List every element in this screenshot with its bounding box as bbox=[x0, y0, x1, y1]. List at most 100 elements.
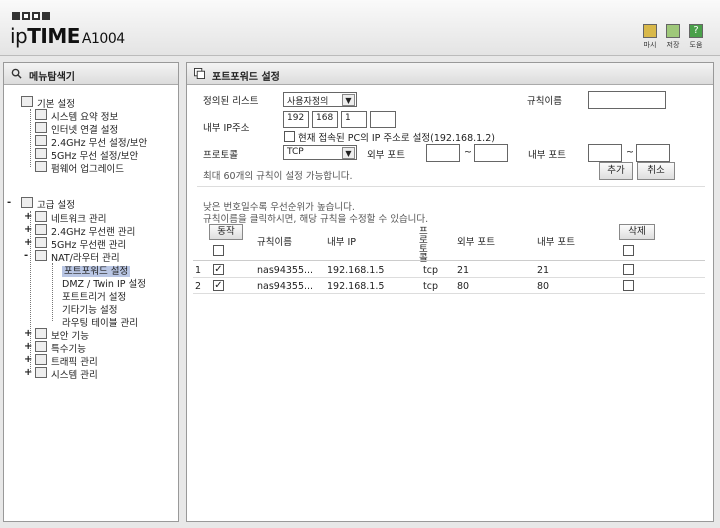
wireless-icon bbox=[35, 237, 47, 248]
col-header-internal-ip: 내부 IP bbox=[327, 237, 357, 248]
predefined-list-select[interactable]: 사용자정의 ▼ bbox=[283, 92, 357, 107]
tree-item-wireless-5[interactable]: 5GHz 무선 설정/보안 bbox=[35, 148, 138, 162]
col-header-internal-port: 내부 포트 bbox=[537, 237, 575, 248]
internal-port-start[interactable] bbox=[588, 144, 622, 162]
port-forward-panel: 포트포워드 설정 정의된 리스트 사용자정의 ▼ 규칙이름 내부 IP주소 19… bbox=[186, 62, 714, 522]
folder-icon bbox=[21, 96, 33, 107]
protocol-select[interactable]: TCP ▼ bbox=[283, 145, 357, 160]
window-icon bbox=[194, 68, 205, 79]
external-port-start[interactable] bbox=[426, 144, 460, 162]
wireless-icon bbox=[35, 148, 47, 159]
tree-item-port-forward[interactable]: 포트포워드 설정 bbox=[62, 263, 131, 277]
row-ip: 192.168.1.5 bbox=[327, 265, 385, 276]
ip-octet-2[interactable]: 168 bbox=[312, 111, 338, 128]
tree-item-wlan-24[interactable]: +2.4GHz 무선랜 관리 bbox=[24, 224, 135, 238]
internal-port-end[interactable] bbox=[636, 144, 670, 162]
expand-toggle[interactable]: + bbox=[24, 354, 32, 365]
range-separator: ~ bbox=[464, 147, 472, 158]
rule-name-input[interactable] bbox=[588, 91, 666, 109]
tree-item-system[interactable]: + 시스템 관리 bbox=[24, 367, 98, 381]
save-button[interactable]: 저장 bbox=[663, 24, 683, 50]
save-icon bbox=[666, 24, 680, 38]
expand-toggle[interactable]: + bbox=[24, 328, 32, 339]
router-icon bbox=[35, 250, 47, 261]
row-ip: 192.168.1.5 bbox=[327, 281, 385, 292]
use-current-ip-label: 현재 접속된 PC의 IP 주소로 설정(192.168.1.2) bbox=[298, 133, 495, 144]
tree-item-traffic[interactable]: + 트래픽 관리 bbox=[24, 354, 98, 368]
row-protocol: tcp bbox=[423, 281, 438, 292]
traffic-icon bbox=[35, 354, 47, 365]
tree-item-nat-router[interactable]: - NAT/라우터 관리 bbox=[24, 250, 120, 264]
home-icon bbox=[643, 24, 657, 38]
ip-octet-1[interactable]: 192 bbox=[283, 111, 309, 128]
expand-toggle[interactable]: + bbox=[24, 367, 32, 378]
ip-octet-4[interactable] bbox=[370, 111, 396, 128]
logo-square bbox=[42, 12, 50, 20]
tree-group-basic[interactable]: 기본 설정 bbox=[21, 96, 75, 110]
rule-name-link[interactable]: nas94355... bbox=[257, 281, 313, 292]
menu-explorer-title: 메뉴탐색기 bbox=[29, 72, 75, 83]
chevron-down-icon: ▼ bbox=[342, 94, 355, 106]
tree-item-firmware[interactable]: 펌웨어 업그레이드 bbox=[35, 161, 124, 175]
logo-square bbox=[22, 12, 30, 20]
select-all-checkbox[interactable] bbox=[213, 245, 224, 256]
col-header-protocol: 프로토콜 bbox=[419, 226, 428, 264]
tree-item-port-trigger[interactable]: 포트트리거 설정 bbox=[62, 289, 126, 303]
delete-button[interactable]: 삭제 bbox=[619, 224, 655, 240]
tree-item-special[interactable]: + 특수기능 bbox=[24, 341, 86, 355]
ip-octet-3[interactable]: 1 bbox=[341, 111, 367, 128]
tree-item-network[interactable]: + 네트워크 관리 bbox=[24, 211, 106, 225]
menu-explorer-header: 메뉴탐색기 bbox=[4, 63, 178, 85]
network-icon bbox=[35, 211, 47, 222]
brand-model: A1004 bbox=[81, 31, 125, 47]
expand-toggle[interactable]: + bbox=[24, 341, 32, 352]
tree-item-internet[interactable]: 인터넷 연결 설정 bbox=[35, 122, 118, 136]
tree-item-security[interactable]: + 보안 기능 bbox=[24, 328, 89, 342]
internal-ip-label: 내부 IP주소 bbox=[203, 123, 250, 134]
page-title: 포트포워드 설정 bbox=[212, 72, 280, 83]
page-icon bbox=[35, 122, 47, 133]
system-icon bbox=[35, 367, 47, 378]
expand-toggle[interactable]: + bbox=[24, 237, 32, 248]
expand-toggle[interactable]: + bbox=[24, 211, 32, 222]
tree-item-routing-table[interactable]: 라우팅 테이블 관리 bbox=[62, 315, 138, 329]
row-external-port: 80 bbox=[457, 281, 470, 292]
wireless-icon bbox=[35, 224, 47, 235]
brand-logo: ipTIME A1004 bbox=[10, 24, 125, 48]
protocol-label: 프로토콜 bbox=[203, 150, 238, 161]
app-header: ipTIME A1004 마시 저장 ? 도움 bbox=[0, 0, 720, 56]
save-label: 저장 bbox=[666, 41, 680, 49]
rule-name-link[interactable]: nas94355... bbox=[257, 265, 313, 276]
tree-item-wireless-24[interactable]: 2.4GHz 무선 설정/보안 bbox=[35, 135, 147, 149]
home-label: 마시 bbox=[643, 41, 657, 49]
home-button[interactable]: 마시 bbox=[640, 24, 660, 50]
internal-port-label: 내부 포트 bbox=[528, 150, 566, 161]
protocol-value: TCP bbox=[287, 147, 304, 157]
action-button[interactable]: 동작 bbox=[209, 224, 243, 240]
row-internal-port: 21 bbox=[537, 265, 550, 276]
row-enable-checkbox[interactable]: ✓ bbox=[213, 264, 224, 275]
row-internal-port: 80 bbox=[537, 281, 550, 292]
row-enable-checkbox[interactable]: ✓ bbox=[213, 280, 224, 291]
tree-item-system-summary[interactable]: 시스템 요약 정보 bbox=[35, 109, 118, 123]
expand-toggle[interactable]: + bbox=[24, 224, 32, 235]
collapse-toggle[interactable]: - bbox=[24, 250, 28, 261]
external-port-label: 외부 포트 bbox=[367, 150, 405, 161]
row-delete-checkbox[interactable] bbox=[623, 264, 634, 275]
add-button[interactable]: 추가 bbox=[599, 162, 633, 180]
tree-item-misc[interactable]: 기타기능 설정 bbox=[62, 302, 117, 316]
help-icon: ? bbox=[689, 24, 703, 38]
max-rules-note: 최대 60개의 규칙이 설정 가능합니다. bbox=[203, 171, 353, 182]
row-delete-checkbox[interactable] bbox=[623, 280, 634, 291]
tree-item-dmz[interactable]: DMZ / Twin IP 설정 bbox=[62, 276, 146, 290]
external-port-end[interactable] bbox=[474, 144, 508, 162]
tree-item-wlan-5[interactable]: +5GHz 무선랜 관리 bbox=[24, 237, 126, 251]
range-separator: ~ bbox=[626, 147, 634, 158]
use-current-ip-checkbox[interactable] bbox=[284, 131, 295, 142]
tree-group-advanced[interactable]: - 고급 설정 bbox=[7, 197, 75, 211]
cancel-button[interactable]: 취소 bbox=[637, 162, 675, 180]
collapse-toggle[interactable]: - bbox=[7, 197, 11, 208]
menu-explorer: 메뉴탐색기 기본 설정 시스템 요약 정보 인터넷 연결 설정 2.4GHz 무… bbox=[3, 62, 179, 522]
help-button[interactable]: ? 도움 bbox=[686, 24, 706, 50]
delete-all-checkbox[interactable] bbox=[623, 245, 634, 256]
